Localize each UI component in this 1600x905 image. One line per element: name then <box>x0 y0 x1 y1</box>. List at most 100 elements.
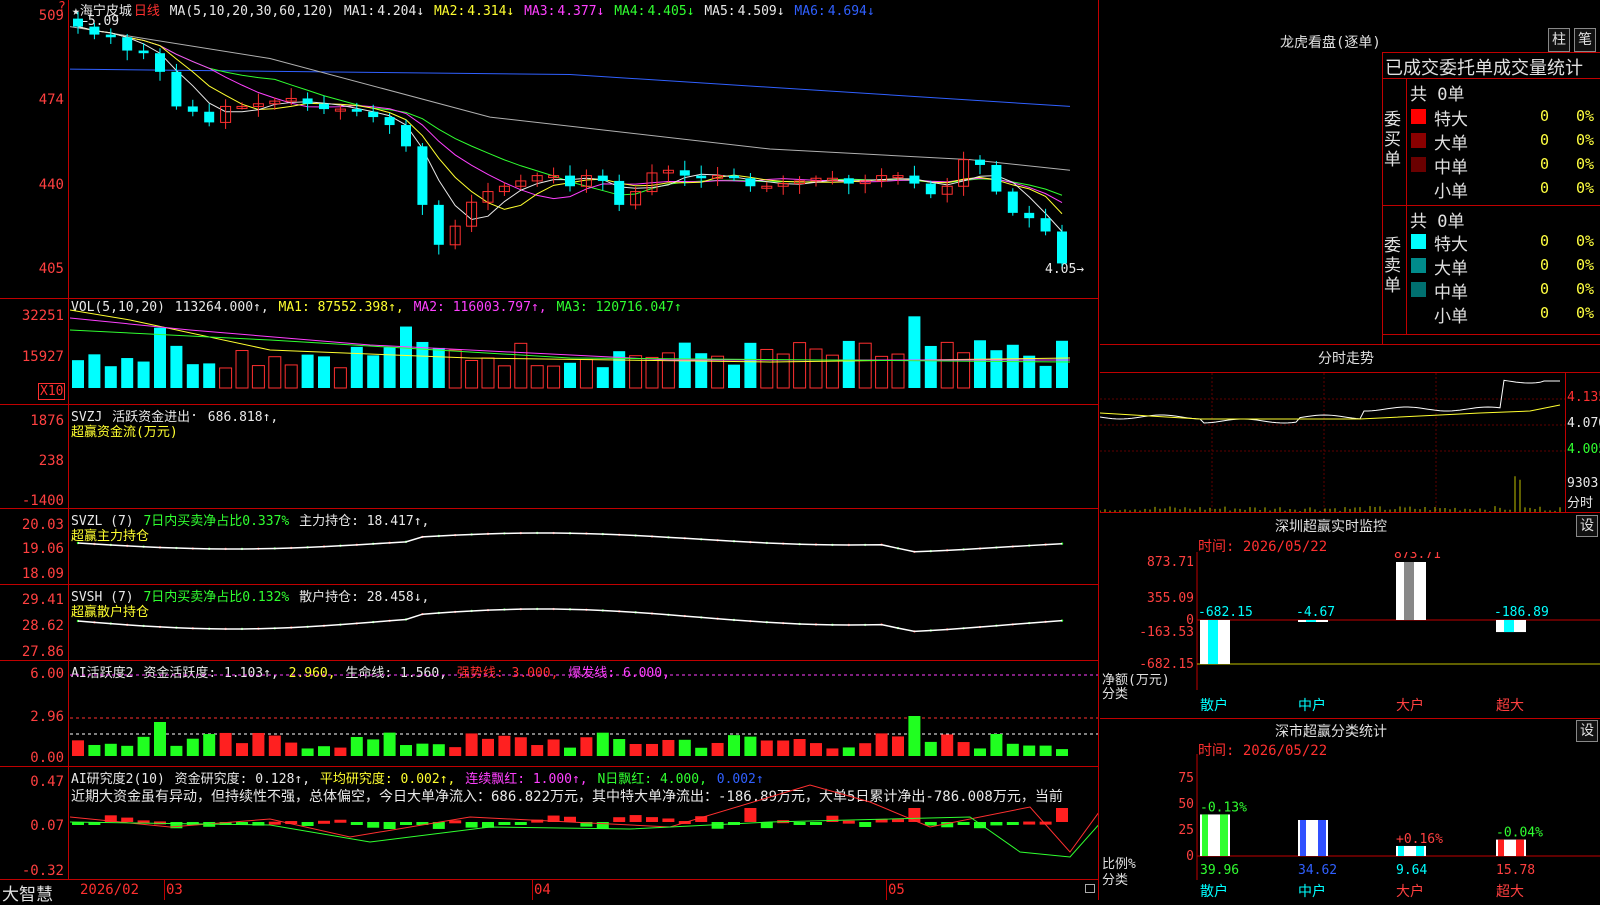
activity-bar <box>498 735 511 756</box>
classify-value: 39.96 <box>1200 863 1239 878</box>
vol-bar <box>1006 344 1019 388</box>
price-chart[interactable] <box>70 0 1098 298</box>
classify-title: 深市超赢分类统计 <box>1275 724 1387 740</box>
ai1-chart[interactable] <box>70 661 1098 766</box>
activity-bar <box>826 748 839 756</box>
candle-down <box>351 109 362 112</box>
activity-bar <box>744 736 757 756</box>
vol-bar <box>170 345 183 388</box>
divider <box>1098 0 1099 900</box>
axis-line <box>1565 373 1566 512</box>
vol-bar <box>219 367 233 389</box>
vol-bar <box>596 367 609 388</box>
bar-mode-button[interactable]: 柱 <box>1548 28 1570 52</box>
monitor-title: 深圳超赢实时监控 <box>1275 519 1387 535</box>
candle-down <box>843 178 854 184</box>
intraday-chart[interactable] <box>1100 373 1565 512</box>
dragon-subtitle: 已成交委托单成交量统计 <box>1385 58 1583 79</box>
vol-bar <box>1023 355 1036 388</box>
activity-bar <box>957 742 970 756</box>
svzl-chart[interactable] <box>70 509 1098 584</box>
row-name: 大单 <box>1434 134 1468 154</box>
flow-bar <box>188 417 197 457</box>
vol-ytick: 15927 <box>21 349 64 365</box>
flow-bar <box>369 457 378 459</box>
divider <box>1100 344 1600 345</box>
monitor-value: -682.15 <box>1198 605 1253 620</box>
activity-bar <box>908 716 921 756</box>
activity-bar <box>236 743 248 756</box>
price-line <box>1100 379 1560 424</box>
candle-down <box>696 175 707 179</box>
activity-bar <box>514 737 527 756</box>
ai2-chart[interactable] <box>70 767 1098 879</box>
flow-bar <box>139 450 148 457</box>
svsh-chart[interactable] <box>70 585 1098 660</box>
vol-chart[interactable] <box>70 300 1098 404</box>
candle-down <box>89 26 100 35</box>
monitor-category: 中户 <box>1298 697 1326 714</box>
ma6-line <box>70 68 1071 107</box>
vol-bar <box>448 349 462 389</box>
flow-bar <box>123 450 132 457</box>
candle-down <box>597 175 608 181</box>
activity-bar <box>842 747 855 756</box>
row-count: 0 <box>1540 107 1550 125</box>
vol-bar <box>728 364 740 388</box>
time-tick <box>886 880 887 900</box>
svzj-chart[interactable] <box>70 405 1098 508</box>
flow-bar <box>385 457 394 465</box>
flow-bar <box>877 457 886 460</box>
monitor-category: 散户 <box>1200 697 1228 714</box>
activity-bar <box>104 743 117 756</box>
classify-settings-button[interactable]: 设 <box>1576 720 1598 742</box>
sell-side-label: 委卖单 <box>1384 236 1402 296</box>
research-bar <box>629 815 642 822</box>
research-bar <box>875 819 888 823</box>
intraday-panel: 分时走势 4.135 4.070 4.005 9303 分时 <box>1100 344 1600 512</box>
candle-down <box>925 183 936 195</box>
intraday-ytick: 4.135 <box>1567 390 1600 405</box>
vol-bar <box>776 353 790 389</box>
row-count: 0 <box>1540 280 1550 298</box>
activity-bar <box>367 739 380 756</box>
side-char: 买 <box>1384 130 1401 150</box>
flow-bar <box>1008 457 1017 470</box>
row-count: 0 <box>1540 304 1550 322</box>
candle-down <box>433 204 444 245</box>
classify-ytick: 75 <box>1178 771 1194 786</box>
flow-bar <box>156 457 164 459</box>
lock-icon[interactable] <box>1085 884 1095 893</box>
classify-chart[interactable]: 75 50 25 0 -0.13% 39.96 散户 34.62 中户 +0.16% 9.64 大户 -… <box>1100 754 1600 900</box>
research-bar <box>1023 821 1036 825</box>
classify-change: -0.13% <box>1200 800 1247 815</box>
activity-bar <box>1023 745 1036 756</box>
intraday-vol-tick: 9303 <box>1567 476 1599 491</box>
flow-bar <box>549 457 558 465</box>
row-color-swatch <box>1411 109 1426 124</box>
research-bar <box>924 822 937 826</box>
activity-bar <box>449 747 462 756</box>
research-bar <box>957 822 970 825</box>
vol-bar <box>564 362 576 388</box>
vol-bar <box>547 365 561 389</box>
row-count: 0 <box>1540 179 1550 197</box>
row-color-swatch <box>1411 157 1426 172</box>
side-char: 委 <box>1384 110 1401 130</box>
monitor-chart[interactable]: 873.71355.090-163.53-682.15-682.15散户-4.6… <box>1100 552 1600 718</box>
activity-bar <box>154 722 166 756</box>
classify-category: 散户 <box>1200 883 1228 900</box>
flow-bar <box>648 457 656 464</box>
activity-bar <box>219 732 232 756</box>
monitor-settings-button[interactable]: 设 <box>1576 515 1598 537</box>
tick-mode-button[interactable]: 笔 <box>1574 28 1596 52</box>
dragon-panel: 龙虎看盘(逐单) 柱 笔 已成交委托单成交量统计 委买单 共 0单 委卖单 共 … <box>1100 0 1600 344</box>
activity-bar <box>810 743 822 756</box>
activity-bar <box>88 744 101 756</box>
divider <box>1100 718 1600 719</box>
activity-bar <box>646 743 658 756</box>
activity-bar <box>1039 745 1052 756</box>
activity-bar <box>170 745 183 756</box>
flow-bar <box>336 457 345 469</box>
research-bar <box>498 822 511 825</box>
